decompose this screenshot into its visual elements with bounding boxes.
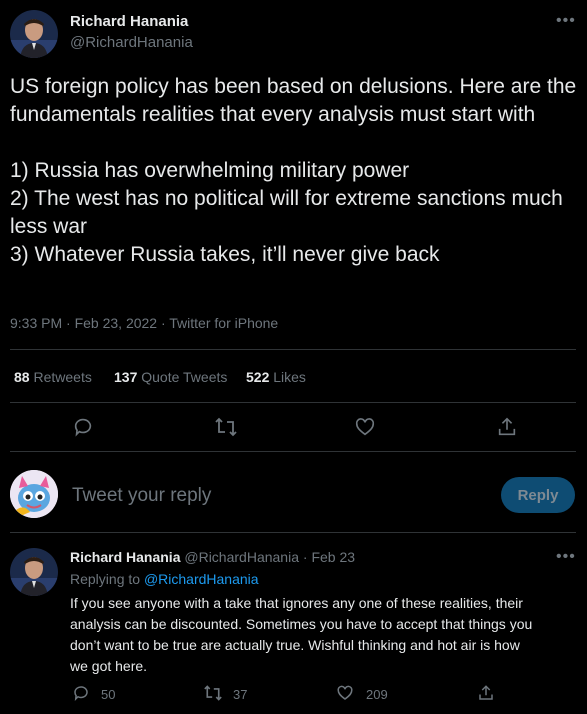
divider [10,532,576,533]
divider [10,402,576,403]
user-avatar[interactable] [10,470,58,518]
reply-text: If you see anyone with a take that ignor… [70,595,533,674]
replying-to: Replying to @RichardHanania [70,571,259,587]
author-avatar[interactable] [10,10,58,58]
tweet-meta: 9:33 PM · Feb 23, 2022 · Twitter for iPh… [10,315,279,331]
like-icon[interactable] [354,416,376,438]
reply-author-handle[interactable]: @RichardHanania [184,549,299,565]
reply-date[interactable]: Feb 23 [311,549,355,565]
divider [10,349,576,350]
share-icon[interactable] [496,416,518,438]
reply-input[interactable]: Tweet your reply [72,485,482,507]
reply-count: 50 [101,687,116,702]
retweet-icon[interactable] [214,416,238,438]
tweet-text: US foreign policy has been based on delu… [10,75,577,266]
author-name[interactable]: Richard Hanania [70,13,188,30]
reply-icon[interactable] [72,684,90,702]
divider [10,451,576,452]
retweet-icon[interactable] [203,684,223,702]
retweet-count: 37 [233,687,248,702]
retweets-stat[interactable]: 88 Retweets [14,369,92,385]
reply-author-name[interactable]: Richard Hanania [70,549,180,565]
share-icon[interactable] [477,684,495,702]
separator: · [302,549,308,565]
reply-author-avatar[interactable] [10,548,58,596]
like-icon[interactable] [336,684,354,702]
like-count: 209 [366,687,388,702]
reply-button[interactable]: Reply [501,477,575,513]
replying-to-handle[interactable]: @RichardHanania [144,571,259,587]
more-icon[interactable]: ••• [556,548,576,566]
reply-icon[interactable] [72,416,94,438]
quote-tweets-stat[interactable]: 137 Quote Tweets [114,369,227,385]
likes-stat[interactable]: 522 Likes [246,369,306,385]
more-icon[interactable]: ••• [556,12,576,30]
reply-header: Richard Hanania @RichardHanania · Feb 23 [70,549,355,565]
replying-to-label: Replying to [70,571,141,587]
author-handle[interactable]: @RichardHanania [70,34,193,51]
